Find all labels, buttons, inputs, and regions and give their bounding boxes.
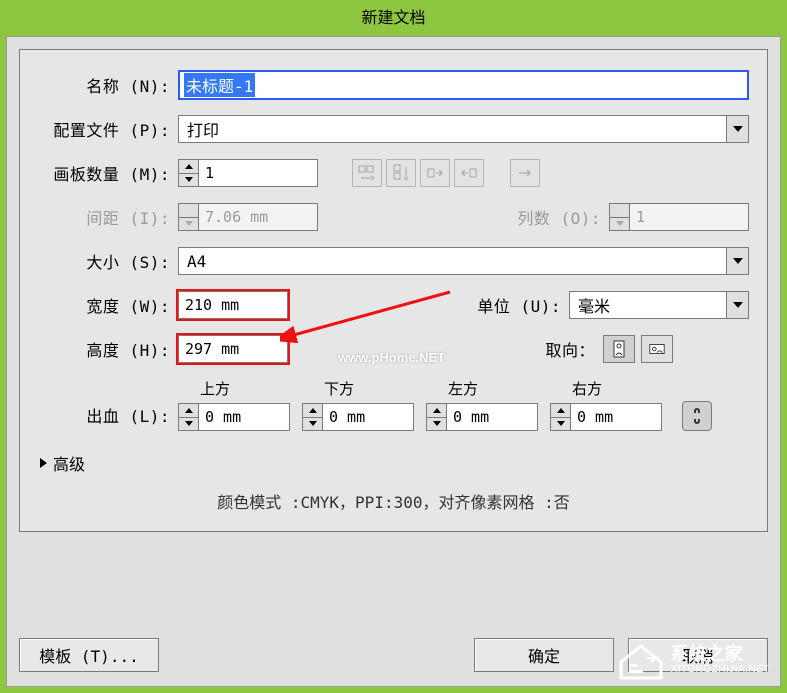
link-bleed-button[interactable]	[682, 401, 712, 431]
template-button[interactable]: 模板 (T)...	[19, 638, 159, 672]
unit-dropdown[interactable]: 毫米	[569, 291, 749, 319]
bleed-right-spinner[interactable]	[550, 403, 662, 431]
bleed-top-spinner[interactable]	[178, 403, 290, 431]
artboards-spinner[interactable]	[178, 159, 318, 187]
spacing-down-icon	[179, 218, 198, 231]
up-icon[interactable]	[179, 404, 198, 418]
cancel-button[interactable]: 取消	[628, 638, 768, 672]
orientation-portrait-button[interactable]	[603, 335, 635, 363]
orientation-label: 取向：	[523, 337, 603, 361]
bleed-right-input[interactable]	[570, 403, 662, 431]
chevron-down-icon	[726, 292, 748, 318]
bleed-left-label: 左方	[426, 378, 538, 399]
ok-button[interactable]: 确定	[474, 638, 614, 672]
bleed-bottom-input[interactable]	[322, 403, 414, 431]
advanced-label: 高级	[53, 451, 85, 475]
columns-input	[629, 203, 749, 231]
dialog-button-row: 模板 (T)... 确定 取消	[19, 638, 768, 672]
up-icon[interactable]	[551, 404, 570, 418]
height-input[interactable]	[178, 335, 288, 363]
profile-value: 打印	[179, 117, 726, 141]
unit-label: 单位 (U):	[459, 293, 569, 317]
size-value: A4	[179, 252, 726, 271]
width-label: 宽度 (W):	[38, 293, 178, 317]
bleed-label: 出血 (L):	[38, 403, 178, 431]
spacing-spinner	[178, 203, 318, 231]
bleed-top-input[interactable]	[198, 403, 290, 431]
arrange-row-right-icon	[420, 159, 450, 187]
spacing-input	[198, 203, 318, 231]
mode-summary: 颜色模式 :CMYK，PPI:300，对齐像素网格 :否	[38, 485, 749, 517]
name-input-value: 未标题-1	[184, 73, 255, 97]
profile-dropdown[interactable]: 打印	[178, 115, 749, 143]
arrange-grid-col-icon	[386, 159, 416, 187]
artboards-up-icon[interactable]	[179, 160, 198, 174]
arrange-single-right-icon	[510, 159, 540, 187]
columns-down-icon	[610, 218, 629, 231]
arrange-grid-row-icon	[352, 159, 382, 187]
down-icon[interactable]	[179, 418, 198, 431]
chevron-down-icon	[726, 116, 748, 142]
artboards-label: 画板数量 (M):	[38, 161, 178, 185]
bleed-bottom-spinner[interactable]	[302, 403, 414, 431]
columns-label: 列数 (O):	[499, 205, 609, 229]
columns-up-icon	[610, 204, 629, 218]
bleed-top-label: 上方	[178, 378, 290, 399]
orientation-landscape-button[interactable]	[641, 335, 673, 363]
dialog-title: 新建文档	[0, 0, 787, 36]
columns-spinner	[609, 203, 749, 231]
name-input[interactable]: 未标题-1	[178, 70, 749, 100]
up-icon[interactable]	[427, 404, 446, 418]
size-label: 大小 (S):	[38, 249, 178, 273]
bleed-left-input[interactable]	[446, 403, 538, 431]
name-label: 名称 (N):	[38, 73, 178, 97]
width-input[interactable]	[178, 291, 288, 319]
down-icon[interactable]	[303, 418, 322, 431]
artboards-input[interactable]	[198, 159, 318, 187]
up-icon[interactable]	[303, 404, 322, 418]
settings-panel: 名称 (N): 未标题-1 配置文件 (P): 打印 画板数量 (M):	[19, 49, 768, 532]
down-icon[interactable]	[551, 418, 570, 431]
profile-label: 配置文件 (P):	[38, 117, 178, 141]
spacing-label: 间距 (I):	[38, 205, 178, 229]
size-dropdown[interactable]: A4	[178, 247, 749, 275]
bleed-grid: 上方 下方 左方	[178, 378, 712, 431]
chevron-down-icon	[726, 248, 748, 274]
down-icon[interactable]	[427, 418, 446, 431]
arrange-row-left-icon	[454, 159, 484, 187]
bleed-right-label: 右方	[550, 378, 662, 399]
unit-value: 毫米	[570, 293, 726, 317]
new-document-dialog: 新建文档 名称 (N): 未标题-1 配置文件 (P): 打印 画板数量 (M)	[0, 0, 787, 693]
bleed-left-spinner[interactable]	[426, 403, 538, 431]
advanced-disclosure[interactable]: 高级	[38, 445, 749, 485]
spacing-up-icon	[179, 204, 198, 218]
dialog-body: 名称 (N): 未标题-1 配置文件 (P): 打印 画板数量 (M):	[6, 36, 781, 687]
bleed-bottom-label: 下方	[302, 378, 414, 399]
artboards-down-icon[interactable]	[179, 174, 198, 187]
height-label: 高度 (H):	[38, 337, 178, 361]
